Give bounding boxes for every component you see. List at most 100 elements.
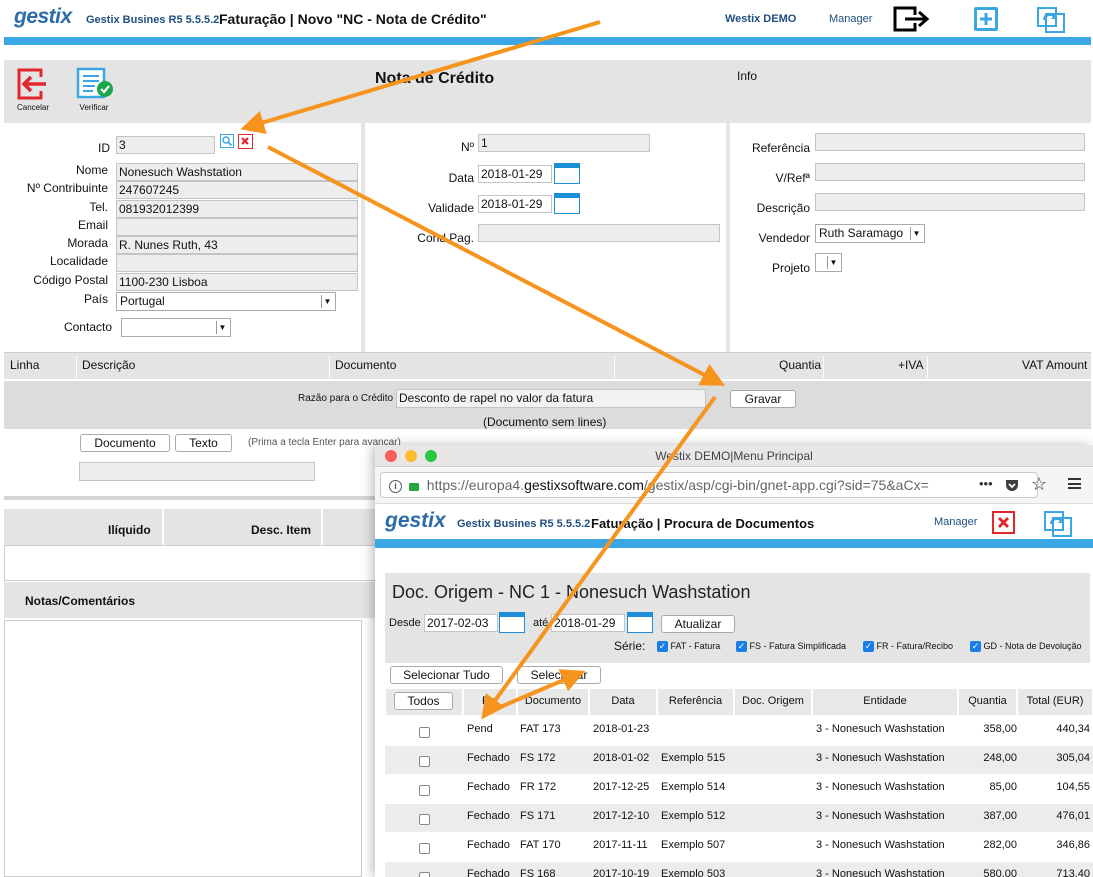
reason-field[interactable]: Desconto de rapel no valor da fatura — [396, 389, 706, 408]
verify-button[interactable]: Verificar — [72, 67, 116, 117]
row-checkbox[interactable] — [419, 843, 430, 854]
nif-field[interactable]: 247607245 — [116, 181, 358, 199]
row-quantia: 248,00 — [983, 752, 1017, 764]
cond-field[interactable] — [478, 224, 720, 242]
calendar-icon[interactable] — [554, 193, 580, 214]
table-row[interactable]: Fechado FR 172 2017-12-25 Exemplo 514 3 … — [385, 775, 1093, 803]
nome-field[interactable]: Nonesuch Washstation — [116, 163, 358, 181]
user-name[interactable]: Manager — [829, 13, 872, 25]
serie-gd[interactable]: ✓ GD - Nota de Devolução — [970, 641, 1082, 653]
row-referencia: Exemplo 512 — [661, 810, 726, 822]
select-all-button[interactable]: Selecionar Tudo — [390, 666, 503, 684]
ref-label: Referência — [751, 141, 810, 155]
add-document-button[interactable]: Documento — [80, 434, 170, 452]
search-client-button[interactable] — [220, 134, 234, 148]
vref-field[interactable] — [815, 163, 1085, 181]
popup-user[interactable]: Manager — [934, 516, 977, 528]
table-row[interactable]: Fechado FAT 170 2017-11-11 Exemplo 507 3… — [385, 833, 1093, 861]
morada-field[interactable]: R. Nunes Ruth, 43 — [116, 236, 358, 254]
more-actions-icon[interactable]: ••• — [975, 476, 993, 491]
row-estado: Fechado — [467, 781, 510, 793]
url-bar[interactable]: i https://europa4.gestixsoftware.com/ges… — [380, 472, 1038, 498]
col-linha: Linha — [10, 358, 40, 372]
email-field[interactable] — [116, 218, 358, 236]
table-row[interactable]: Fechado FS 168 2017-10-19 Exemplo 503 3 … — [385, 862, 1093, 877]
calendar-icon[interactable] — [627, 612, 653, 633]
cp-field[interactable]: 1100-230 Lisboa — [116, 273, 358, 291]
todos-button[interactable]: Todos — [394, 692, 453, 710]
projeto-select[interactable]: ▼ — [815, 253, 842, 272]
col-entidade: Entidade — [812, 688, 958, 716]
cancel-button[interactable]: Cancelar — [14, 67, 52, 117]
info-section-header — [730, 60, 1091, 123]
verify-label: Verificar — [79, 103, 109, 112]
clear-client-button[interactable] — [238, 134, 253, 149]
pocket-icon[interactable] — [1004, 477, 1020, 493]
id-field[interactable]: 3 — [116, 136, 215, 154]
row-entidade: 3 - Nonesuch Washstation — [816, 868, 945, 877]
serie-gd-label: GD - Nota de Devolução — [983, 641, 1082, 651]
tel-label: Tel. — [89, 200, 108, 214]
serie-fr[interactable]: ✓ FR - Fatura/Recibo — [863, 641, 954, 653]
row-estado: Fechado — [467, 752, 510, 764]
desc-field[interactable] — [815, 193, 1085, 211]
desde-field[interactable]: 2017-02-03 — [424, 614, 498, 632]
num-field[interactable]: 1 — [478, 134, 650, 152]
refresh-window-icon[interactable] — [1044, 509, 1072, 537]
row-checkbox[interactable] — [419, 785, 430, 796]
row-data: 2017-12-10 — [593, 810, 650, 822]
bookmark-star-icon[interactable]: ☆ — [1031, 474, 1047, 495]
serie-fr-label: FR - Fatura/Recibo — [876, 641, 954, 651]
validade-field[interactable]: 2018-01-29 — [478, 195, 552, 213]
new-window-icon[interactable] — [973, 6, 999, 32]
row-entidade: 3 - Nonesuch Washstation — [816, 723, 945, 735]
serie-fat[interactable]: ✓ FAT - Fatura — [657, 641, 720, 653]
table-row[interactable]: Pend FAT 173 2018-01-23 3 - Nonesuch Was… — [385, 717, 1093, 745]
ate-field[interactable]: 2018-01-29 — [551, 614, 625, 632]
popup-close-button[interactable] — [992, 511, 1015, 534]
localidade-field[interactable] — [116, 254, 358, 272]
tel-field[interactable]: 081932012399 — [116, 200, 358, 218]
col-estado: Es. — [463, 688, 517, 716]
vendedor-select[interactable]: Ruth Saramago ▼ — [815, 224, 925, 243]
popup-window: Westix DEMO|Menu Principal i https://eur… — [375, 445, 1093, 877]
row-checkbox[interactable] — [419, 814, 430, 825]
data-field[interactable]: 2018-01-29 — [478, 165, 552, 183]
logout-icon[interactable] — [893, 5, 931, 33]
table-row[interactable]: Fechado FS 171 2017-12-10 Exemplo 512 3 … — [385, 804, 1093, 832]
menu-line — [1068, 482, 1081, 485]
select-button[interactable]: Selecionar — [517, 666, 601, 684]
refresh-window-icon[interactable] — [1037, 5, 1065, 33]
calendar-icon[interactable] — [554, 163, 580, 184]
row-referencia: Exemplo 503 — [661, 868, 726, 877]
col-iva: +IVA — [898, 358, 924, 372]
row-total: 440,34 — [1056, 723, 1090, 735]
row-documento: FS 172 — [520, 752, 556, 764]
notes-textarea[interactable] — [4, 620, 362, 877]
row-checkbox[interactable] — [419, 727, 430, 738]
serie-fs[interactable]: ✓ FS - Fatura Simplificada — [736, 641, 847, 653]
contacto-select[interactable]: ▼ — [121, 318, 231, 337]
table-row[interactable]: Fechado FS 172 2018-01-02 Exemplo 515 3 … — [385, 746, 1093, 774]
col-divider — [614, 356, 615, 378]
calendar-icon[interactable] — [499, 612, 525, 633]
client-section-header — [4, 60, 364, 123]
hamburger-menu-icon[interactable] — [1068, 478, 1081, 489]
row-quantia: 85,00 — [989, 781, 1017, 793]
row-checkbox[interactable] — [419, 872, 430, 877]
row-entidade: 3 - Nonesuch Washstation — [816, 839, 945, 851]
row-total: 346,86 — [1056, 839, 1090, 851]
nif-label: Nº Contribuinte — [26, 181, 108, 195]
ref-field[interactable] — [815, 133, 1085, 151]
checkbox-checked-icon: ✓ — [657, 641, 668, 653]
col-documento: Documento — [335, 358, 397, 372]
row-checkbox[interactable] — [419, 756, 430, 767]
line-entry-field[interactable] — [79, 462, 315, 481]
pais-select[interactable]: Portugal ▼ — [116, 292, 336, 311]
serie-fs-label: FS - Fatura Simplificada — [749, 641, 847, 651]
checkbox-checked-icon: ✓ — [863, 641, 874, 653]
add-text-button[interactable]: Texto — [175, 434, 232, 452]
info-icon[interactable]: i — [389, 479, 402, 493]
atualizar-button[interactable]: Atualizar — [661, 615, 735, 633]
save-button[interactable]: Gravar — [730, 390, 796, 408]
